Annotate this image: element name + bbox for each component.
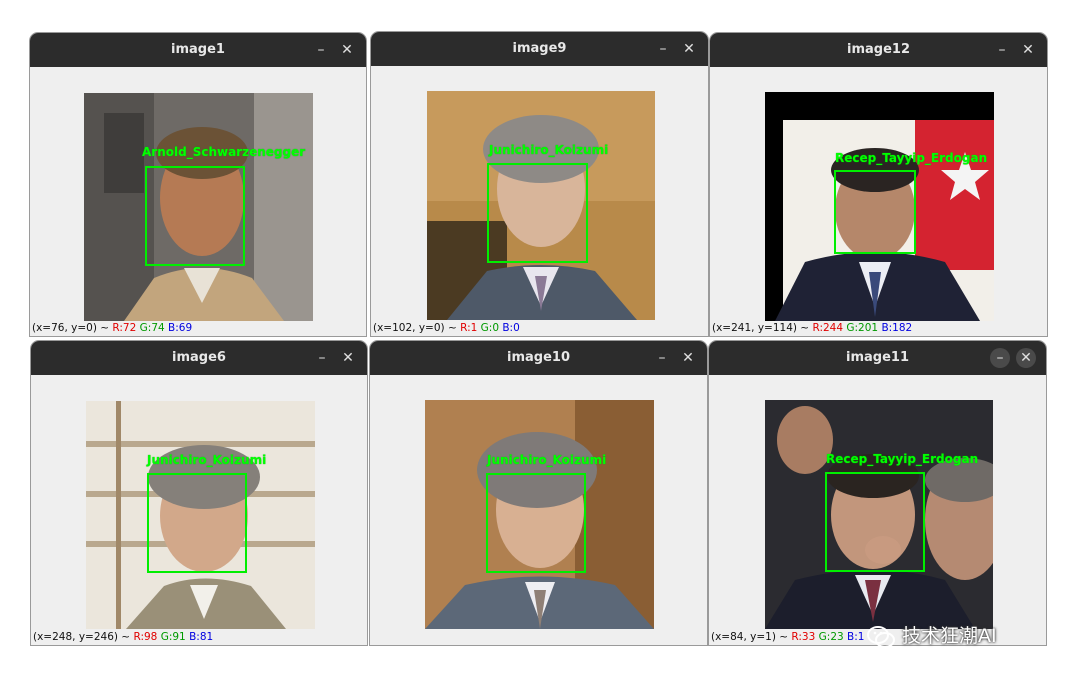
window-image11[interactable]: image11 – ✕ Recep_Tayyip_Erdogan (x=84, …: [708, 340, 1047, 646]
pixel-coords: (x=84, y=1) ~: [711, 631, 789, 643]
window-image12[interactable]: image12 – ✕ Recep_Tayyip_Erdogan (x=241,…: [709, 32, 1048, 337]
pixel-green: G:23: [818, 631, 844, 643]
titlebar[interactable]: image6 – ✕: [31, 341, 367, 375]
close-button[interactable]: ✕: [1016, 348, 1036, 368]
titlebar[interactable]: image10 – ✕: [370, 341, 707, 375]
pixel-green: G:201: [846, 322, 879, 334]
pixel-blue: B:182: [881, 322, 913, 334]
pixel-red: R:1: [460, 322, 478, 334]
face-bounding-box: [147, 473, 247, 573]
minimize-button[interactable]: –: [311, 341, 333, 375]
image-canvas: Junichiro_Koizumi: [86, 401, 315, 629]
pixel-green: G:74: [139, 322, 165, 334]
close-button[interactable]: ✕: [678, 32, 700, 66]
window-image1[interactable]: image1 – ✕ Arnold_Schwarzenegger (x=76, …: [29, 32, 367, 337]
titlebar[interactable]: image12 – ✕: [710, 33, 1047, 67]
face-bounding-box: [834, 170, 916, 254]
face-name-label: Arnold_Schwarzenegger: [142, 145, 306, 159]
watermark-text: 技术狂潮AI: [902, 625, 997, 647]
pixel-coords: (x=248, y=246) ~: [33, 631, 131, 643]
face-bounding-box: [487, 163, 588, 263]
pixel-blue: B:0: [502, 322, 520, 334]
face-bounding-box: [145, 166, 245, 266]
pixel-blue: B:69: [168, 322, 193, 334]
status-bar: (x=102, y=0) ~ R:1 G:0 B:0: [373, 322, 520, 334]
titlebar[interactable]: image11 – ✕: [709, 341, 1046, 375]
window-image9[interactable]: image9 – ✕ Junichiro_Koizumi (x=102, y=0…: [370, 31, 709, 337]
status-bar: (x=241, y=114) ~ R:244 G:201 B:182: [712, 322, 912, 334]
watermark: 技术狂潮AI: [866, 616, 1056, 656]
pixel-red: R:244: [812, 322, 844, 334]
close-button[interactable]: ✕: [337, 341, 359, 375]
image-canvas: Arnold_Schwarzenegger: [84, 93, 313, 321]
pixel-blue: B:1: [847, 631, 865, 643]
status-bar: (x=76, y=0) ~ R:72 G:74 B:69: [32, 322, 192, 334]
status-bar: (x=248, y=246) ~ R:98 G:91 B:81: [33, 631, 213, 643]
face-name-label: Junichiro_Koizumi: [147, 453, 267, 467]
pixel-green: G:91: [160, 631, 186, 643]
face-bounding-box: [486, 473, 586, 573]
minimize-button[interactable]: –: [652, 32, 674, 66]
minimize-button[interactable]: –: [991, 33, 1013, 67]
image-canvas: Junichiro_Koizumi: [425, 400, 654, 629]
close-button[interactable]: ✕: [1017, 33, 1039, 67]
pixel-red: R:98: [133, 631, 158, 643]
pixel-red: R:72: [112, 322, 137, 334]
titlebar[interactable]: image9 – ✕: [371, 32, 708, 66]
window-image10[interactable]: image10 – ✕ Junichiro_Koizumi: [369, 340, 708, 646]
face-name-label: Recep_Tayyip_Erdogan: [835, 151, 988, 165]
pixel-coords: (x=76, y=0) ~: [32, 322, 110, 334]
pixel-blue: B:81: [189, 631, 214, 643]
face-name-label: Junichiro_Koizumi: [489, 143, 609, 157]
image-canvas: Junichiro_Koizumi: [427, 91, 655, 320]
image-canvas: Recep_Tayyip_Erdogan: [765, 400, 993, 629]
close-button[interactable]: ✕: [336, 33, 358, 67]
wechat-icon: [866, 624, 896, 650]
image-canvas: Recep_Tayyip_Erdogan: [765, 92, 994, 321]
face-name-label: Junichiro_Koizumi: [487, 453, 607, 467]
face-name-label: Recep_Tayyip_Erdogan: [826, 452, 979, 466]
close-button[interactable]: ✕: [677, 341, 699, 375]
pixel-green: G:0: [480, 322, 499, 334]
minimize-button[interactable]: –: [990, 348, 1010, 368]
titlebar[interactable]: image1 – ✕: [30, 33, 366, 67]
pixel-red: R:33: [791, 631, 816, 643]
face-bounding-box: [825, 472, 925, 572]
window-image6[interactable]: image6 – ✕ Junichiro_Koizumi (x=248, y=2…: [30, 340, 368, 646]
minimize-button[interactable]: –: [651, 341, 673, 375]
pixel-coords: (x=102, y=0) ~: [373, 322, 457, 334]
minimize-button[interactable]: –: [310, 33, 332, 67]
status-bar: (x=84, y=1) ~ R:33 G:23 B:1: [711, 631, 864, 643]
pixel-coords: (x=241, y=114) ~: [712, 322, 810, 334]
